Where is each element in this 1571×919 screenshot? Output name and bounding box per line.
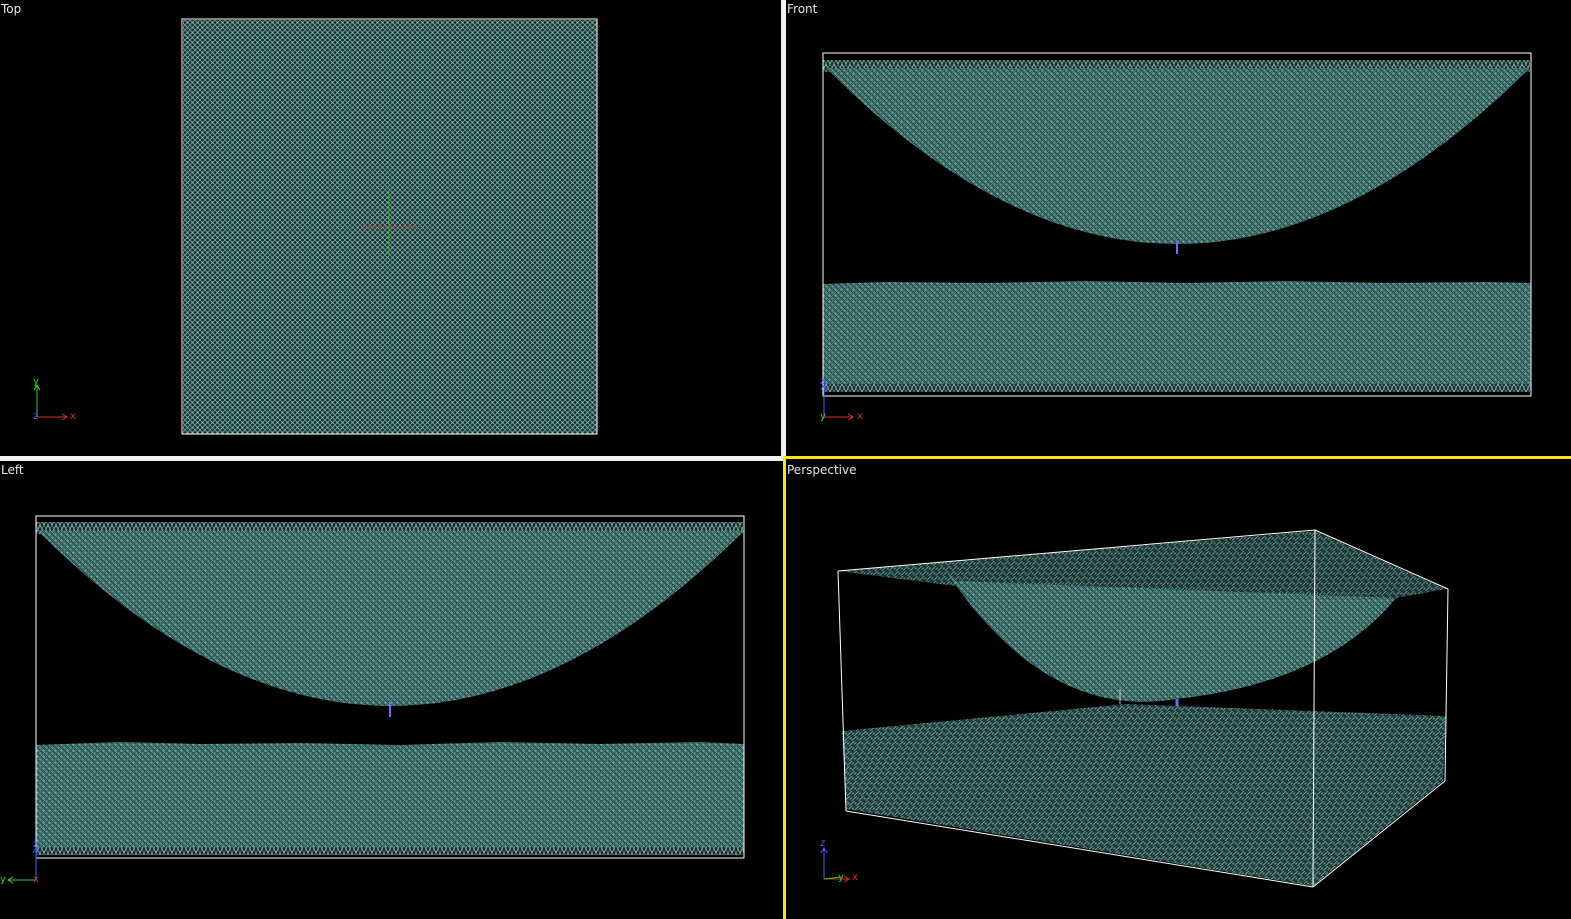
axis-triad-perspective [820, 847, 850, 883]
active-viewport-border-top [783, 456, 1571, 459]
viewport-left-label: Left [1, 463, 24, 477]
perspective-substrate [842, 704, 1446, 886]
viewport-front-label: Front [787, 2, 818, 16]
left-axis-y-label: y [0, 874, 6, 885]
left-axis-z-label: z [33, 839, 39, 850]
left-axis-x-label: x [33, 874, 39, 885]
viewport-front[interactable]: x z y Front [786, 0, 1571, 456]
top-axis-x-label: x [70, 411, 76, 422]
viewport-top[interactable]: x y z Top [0, 0, 781, 456]
front-indenter-sphere [826, 68, 1530, 244]
left-substrate-bottom-strip [36, 847, 743, 855]
viewport-perspective-label: Perspective [787, 463, 857, 477]
front-substrate-slab [823, 281, 1531, 390]
left-view-canvas [7, 515, 745, 884]
front-axis-x-label: x [857, 411, 863, 422]
vertical-divider-top[interactable] [781, 0, 786, 456]
left-substrate-slab [36, 742, 744, 853]
top-axis-y-label: y [33, 376, 39, 387]
front-axis-z-label: z [820, 376, 826, 387]
front-substrate-bottom-strip [823, 384, 1530, 392]
front-view-canvas [820, 52, 1532, 421]
left-indenter-sphere [38, 531, 744, 706]
perspective-view-canvas [820, 529, 1449, 888]
top-view-canvas [33, 18, 598, 435]
perspective-axis-y-label: y [838, 872, 844, 883]
axis-triad-top [33, 384, 68, 421]
perspective-axis-x-label: x [852, 872, 858, 883]
viewport-perspective[interactable]: z y x Perspective [786, 461, 1571, 919]
viewport-top-label: Top [1, 2, 22, 16]
top-axis-z-label: z [33, 411, 39, 422]
horizontal-divider-left[interactable] [0, 456, 786, 461]
viewport-left[interactable]: y z x Left [0, 461, 781, 919]
perspective-axis-z-label: z [820, 838, 826, 849]
front-axis-y-label: y [820, 411, 826, 422]
active-viewport-border-left [783, 456, 786, 919]
perspective-top-surface [838, 531, 1446, 598]
